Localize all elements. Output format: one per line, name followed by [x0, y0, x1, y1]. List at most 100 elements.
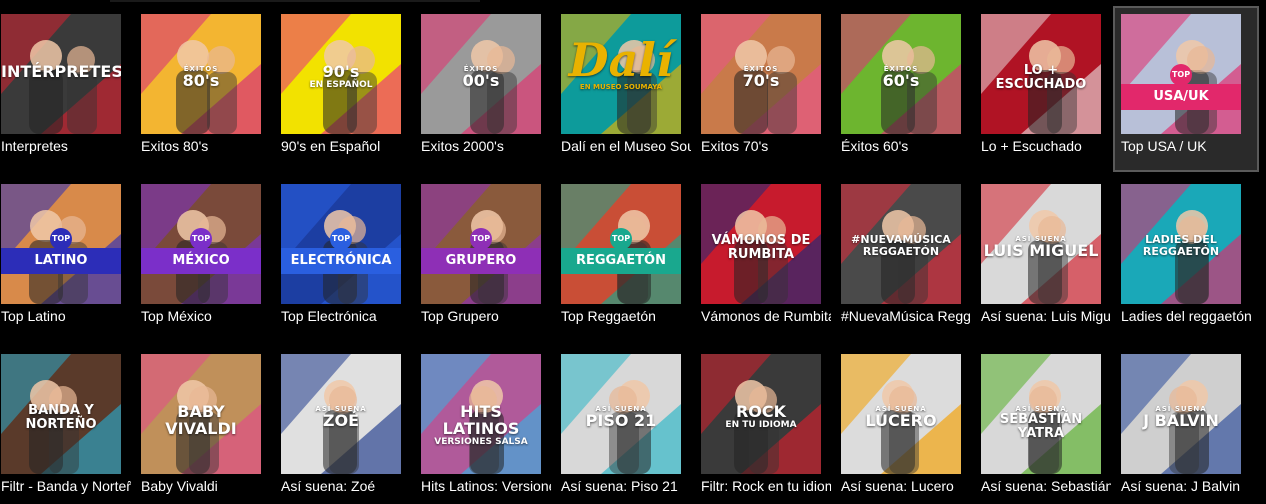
top-reggaeton-thumbnail[interactable]: TOP REGGAETÓN	[561, 184, 681, 304]
playlist-overlay-title: ASÍ SUENA ZOÉ	[281, 405, 401, 430]
playlist-label[interactable]: Así suena: Sebastián Yatra	[981, 478, 1111, 494]
playlist-label[interactable]: Así suena: Zoé	[281, 478, 411, 494]
lo-mas-escuchado-thumbnail[interactable]: LO + ESCUCHADO	[981, 14, 1101, 134]
playlist-label[interactable]: Vámonos de Rumbita	[701, 308, 831, 324]
top-grupero-thumbnail[interactable]: TOP GRUPERO	[421, 184, 541, 304]
playlist-label[interactable]: Así suena: Luis Miguel	[981, 308, 1111, 324]
interpretes-thumbnail[interactable]: INTÉRPRETES	[1, 14, 121, 134]
banda-y-norteno-thumbnail[interactable]: BANDA Y NORTEÑO	[1, 354, 121, 474]
playlist-label[interactable]: Top México	[141, 308, 271, 324]
vamonos-de-rumbita-thumbnail[interactable]: VÁMONOS DE RUMBITA	[701, 184, 821, 304]
asi-suena-j-balvin-thumbnail[interactable]: ASÍ SUENA J BALVIN	[1121, 354, 1241, 474]
playlist-tile[interactable]: ASÍ SUENA ZOÉ Así suena: Zoé	[281, 354, 411, 504]
overlay-sub: EN TU IDIOMA	[725, 419, 797, 430]
playlist-tile[interactable]: BANDA Y NORTEÑO Filtr - Banda y Norteño	[1, 354, 131, 504]
exitos-60s-thumbnail[interactable]: ÉXITOS 60's	[841, 14, 961, 134]
playlist-tile[interactable]: ASÍ SUENA PISO 21 Así suena: Piso 21	[561, 354, 691, 504]
overlay-main: 00's	[462, 71, 500, 91]
playlist-label[interactable]: Baby Vivaldi	[141, 478, 271, 494]
playlist-label[interactable]: Top USA / UK	[1121, 138, 1251, 154]
nueva-musica-reggaeton-thumbnail[interactable]: #NUEVAMÚSICA REGGAETÓN	[841, 184, 961, 304]
playlist-tile[interactable]: VÁMONOS DE RUMBITA Vámonos de Rumbita	[701, 184, 831, 334]
overlay-main: BABY VIVALDI	[165, 402, 237, 438]
asi-suena-luis-miguel-thumbnail[interactable]: ASÍ SUENA LUIS MIGUEL	[981, 184, 1101, 304]
asi-suena-lucero-thumbnail[interactable]: ASÍ SUENA LUCERO	[841, 354, 961, 474]
playlist-label[interactable]: Top Latino	[1, 308, 131, 324]
playlist-tile[interactable]: ASÍ SUENA LUIS MIGUEL Así suena: Luis Migu…	[981, 184, 1111, 334]
playlist-tile[interactable]: ÉXITOS 00's Exitos 2000's	[421, 14, 551, 164]
overlay-main: LUCERO	[865, 411, 937, 431]
playlist-tile[interactable]: INTÉRPRETES Interpretes	[1, 14, 131, 164]
playlist-tile[interactable]: LO + ESCUCHADO Lo + Escuchado	[981, 14, 1111, 164]
playlist-overlay-title: VÁMONOS DE RUMBITA	[701, 234, 821, 261]
playlist-title-band: LATINO	[1, 248, 121, 274]
overlay-main: PISO 21	[585, 411, 657, 431]
asi-suena-zoe-thumbnail[interactable]: ASÍ SUENA ZOÉ	[281, 354, 401, 474]
playlist-label[interactable]: 90's en Español	[281, 138, 411, 154]
playlist-tile[interactable]: Dalí EN MUSEO SOUMAYA Dalí en el Museo Sou…	[561, 14, 691, 164]
playlist-label[interactable]: Top Electrónica	[281, 308, 411, 324]
playlist-tile[interactable]: #NUEVAMÚSICA REGGAETÓN #NuevaMúsica Regga…	[841, 184, 971, 334]
playlist-label[interactable]: Top Reggaetón	[561, 308, 691, 324]
playlist-tile[interactable]: LADIES DEL REGGAETÓN Ladies del reggaetón	[1121, 184, 1251, 334]
overlay-main: VÁMONOS DE RUMBITA	[711, 233, 811, 262]
playlist-tile[interactable]: ASÍ SUENA J BALVIN Así suena: J Balvin	[1121, 354, 1251, 504]
exitos-70s-thumbnail[interactable]: ÉXITOS 70's	[701, 14, 821, 134]
playlist-label[interactable]: Interpretes	[1, 138, 131, 154]
playlist-label[interactable]: Ladies del reggaetón	[1121, 308, 1251, 324]
playlist-tile[interactable]: TOP MÉXICO Top México	[141, 184, 271, 334]
playlist-label[interactable]: Hits Latinos: Versiones Salsa	[421, 478, 551, 494]
playlist-overlay-title: ASÍ SUENA LUIS MIGUEL	[981, 235, 1101, 260]
exitos-80s-thumbnail[interactable]: ÉXITOS 80's	[141, 14, 261, 134]
hits-latinos-salsa-thumbnail[interactable]: HITS LATINOS VERSIONES SALSA	[421, 354, 541, 474]
playlist-tile[interactable]: ASÍ SUENA LUCERO Así suena: Lucero	[841, 354, 971, 504]
playlist-label[interactable]: Así suena: J Balvin	[1121, 478, 1251, 494]
playlist-tile[interactable]: TOP GRUPERO Top Grupero	[421, 184, 551, 334]
playlist-label[interactable]: Filtr - Banda y Norteño	[1, 478, 131, 494]
playlist-label[interactable]: Éxitos 60's	[841, 138, 971, 154]
playlist-overlay-title: INTÉRPRETES	[1, 63, 121, 81]
asi-suena-sebastian-yatra-thumbnail[interactable]: ASÍ SUENA SEBASTIÁN YATRA	[981, 354, 1101, 474]
overlay-sub: EN ESPAÑOL	[309, 79, 373, 90]
playlist-tile[interactable]: BABY VIVALDI Baby Vivaldi	[141, 354, 271, 504]
playlist-label[interactable]: Así suena: Lucero	[841, 478, 971, 494]
ladies-del-reggaeton-thumbnail[interactable]: LADIES DEL REGGAETÓN	[1121, 184, 1241, 304]
playlist-tile[interactable]: ÉXITOS 80's Exitos 80's	[141, 14, 271, 164]
playlist-title-band: ELECTRÓNICA	[281, 248, 401, 274]
playlist-label[interactable]: Top Grupero	[421, 308, 551, 324]
playlist-label[interactable]: Filtr: Rock en tu idioma	[701, 478, 831, 494]
top-mexico-thumbnail[interactable]: TOP MÉXICO	[141, 184, 261, 304]
dali-thumbnail[interactable]: Dalí EN MUSEO SOUMAYA	[561, 14, 681, 134]
playlist-label[interactable]: Exitos 80's	[141, 138, 271, 154]
playlist-tile[interactable]: HITS LATINOS VERSIONES SALSA Hits Latinos:…	[421, 354, 551, 504]
playlist-label[interactable]: #NuevaMúsica Reggaetón	[841, 308, 971, 324]
overlay-main: 80's	[182, 71, 220, 91]
playlist-label[interactable]: Exitos 70's	[701, 138, 831, 154]
asi-suena-piso21-thumbnail[interactable]: ASÍ SUENA PISO 21	[561, 354, 681, 474]
baby-vivaldi-thumbnail[interactable]: BABY VIVALDI	[141, 354, 261, 474]
playlist-label[interactable]: Dalí en el Museo Soumaya	[561, 138, 691, 154]
playlist-title-band: MÉXICO	[141, 248, 261, 274]
top-usa-uk-thumbnail[interactable]: TOP USA/UK	[1121, 14, 1241, 134]
top-badge: TOP	[50, 228, 72, 250]
playlist-tile[interactable]: ÉXITOS 70's Exitos 70's	[701, 14, 831, 164]
playlist-tile[interactable]: TOP REGGAETÓN Top Reggaetón	[561, 184, 691, 334]
playlist-tile[interactable]: TOP USA/UK Top USA / UK	[1113, 6, 1259, 172]
playlist-overlay-title: BABY VIVALDI	[141, 402, 261, 438]
top-electronica-thumbnail[interactable]: TOP ELECTRÓNICA	[281, 184, 401, 304]
playlist-label[interactable]: Así suena: Piso 21	[561, 478, 691, 494]
playlist-label[interactable]: Exitos 2000's	[421, 138, 551, 154]
playlist-overlay-title: ÉXITOS 00's	[421, 65, 541, 91]
playlist-label[interactable]: Lo + Escuchado	[981, 138, 1111, 154]
playlist-tile[interactable]: TOP LATINO Top Latino	[1, 184, 131, 334]
playlist-tile[interactable]: TOP ELECTRÓNICA Top Electrónica	[281, 184, 411, 334]
playlist-overlay-title: ASÍ SUENA J BALVIN	[1121, 405, 1241, 430]
top-latino-thumbnail[interactable]: TOP LATINO	[1, 184, 121, 304]
playlist-tile[interactable]: ASÍ SUENA SEBASTIÁN YATRA Así suena: Sebas…	[981, 354, 1111, 504]
exitos-2000s-thumbnail[interactable]: ÉXITOS 00's	[421, 14, 541, 134]
rock-en-tu-idioma-thumbnail[interactable]: ROCK EN TU IDIOMA	[701, 354, 821, 474]
playlist-tile[interactable]: ROCK EN TU IDIOMA Filtr: Rock en tu idioma	[701, 354, 831, 504]
90s-espanol-thumbnail[interactable]: 90's EN ESPAÑOL	[281, 14, 401, 134]
playlist-tile[interactable]: 90's EN ESPAÑOL 90's en Español	[281, 14, 411, 164]
playlist-tile[interactable]: ÉXITOS 60's Éxitos 60's	[841, 14, 971, 164]
